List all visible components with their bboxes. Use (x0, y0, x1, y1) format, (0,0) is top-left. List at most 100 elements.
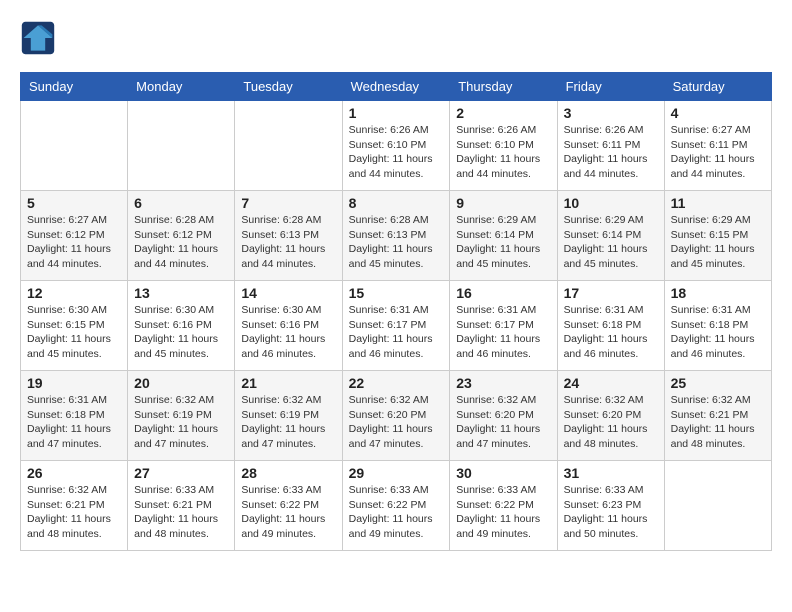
weekday-header-tuesday: Tuesday (235, 73, 342, 101)
calendar-cell: 18 Sunrise: 6:31 AM Sunset: 6:18 PM Dayli… (664, 281, 771, 371)
weekday-header-sunday: Sunday (21, 73, 128, 101)
calendar-table: SundayMondayTuesdayWednesdayThursdayFrid… (20, 72, 772, 551)
page-header (20, 20, 772, 56)
calendar-cell: 24 Sunrise: 6:32 AM Sunset: 6:20 PM Dayli… (557, 371, 664, 461)
day-info: Sunrise: 6:32 AM Sunset: 6:19 PM Dayligh… (241, 393, 335, 452)
day-info: Sunrise: 6:29 AM Sunset: 6:14 PM Dayligh… (456, 213, 550, 272)
calendar-cell: 31Sunrise: 6:33 AM Sunset: 6:23 PM Dayli… (557, 461, 664, 551)
day-number: 8 (349, 195, 444, 211)
day-number: 29 (349, 465, 444, 481)
calendar-cell: 5 Sunrise: 6:27 AM Sunset: 6:12 PM Daylig… (21, 191, 128, 281)
day-number: 16 (456, 285, 550, 301)
calendar-cell: 16 Sunrise: 6:31 AM Sunset: 6:17 PM Dayli… (450, 281, 557, 371)
day-info: Sunrise: 6:29 AM Sunset: 6:14 PM Dayligh… (564, 213, 658, 272)
day-info: Sunrise: 6:26 AM Sunset: 6:11 PM Dayligh… (564, 123, 658, 182)
calendar-cell (21, 101, 128, 191)
day-number: 4 (671, 105, 765, 121)
weekday-header-monday: Monday (128, 73, 235, 101)
day-number: 21 (241, 375, 335, 391)
day-info: Sunrise: 6:28 AM Sunset: 6:13 PM Dayligh… (241, 213, 335, 272)
day-number: 2 (456, 105, 550, 121)
calendar-cell: 13 Sunrise: 6:30 AM Sunset: 6:16 PM Dayli… (128, 281, 235, 371)
day-info: Sunrise: 6:30 AM Sunset: 6:16 PM Dayligh… (134, 303, 228, 362)
calendar-cell: 29 Sunrise: 6:33 AM Sunset: 6:22 PM Dayli… (342, 461, 450, 551)
day-number: 11 (671, 195, 765, 211)
day-info: Sunrise: 6:32 AM Sunset: 6:21 PM Dayligh… (27, 483, 121, 542)
calendar-cell: 17 Sunrise: 6:31 AM Sunset: 6:18 PM Dayli… (557, 281, 664, 371)
day-info: Sunrise: 6:32 AM Sunset: 6:20 PM Dayligh… (456, 393, 550, 452)
calendar-cell: 8 Sunrise: 6:28 AM Sunset: 6:13 PM Daylig… (342, 191, 450, 281)
day-number: 12 (27, 285, 121, 301)
day-number: 5 (27, 195, 121, 211)
calendar-cell: 19 Sunrise: 6:31 AM Sunset: 6:18 PM Dayli… (21, 371, 128, 461)
weekday-header-saturday: Saturday (664, 73, 771, 101)
calendar-cell: 26 Sunrise: 6:32 AM Sunset: 6:21 PM Dayli… (21, 461, 128, 551)
day-number: 23 (456, 375, 550, 391)
day-number: 26 (27, 465, 121, 481)
calendar-cell: 15Sunrise: 6:31 AM Sunset: 6:17 PM Dayli… (342, 281, 450, 371)
calendar-cell: 10 Sunrise: 6:29 AM Sunset: 6:14 PM Dayli… (557, 191, 664, 281)
day-info: Sunrise: 6:30 AM Sunset: 6:16 PM Dayligh… (241, 303, 335, 362)
day-number: 22 (349, 375, 444, 391)
calendar-cell: 6 Sunrise: 6:28 AM Sunset: 6:12 PM Daylig… (128, 191, 235, 281)
calendar-cell: 30 Sunrise: 6:33 AM Sunset: 6:22 PM Dayli… (450, 461, 557, 551)
day-number: 10 (564, 195, 658, 211)
calendar-cell: 20 Sunrise: 6:32 AM Sunset: 6:19 PM Dayli… (128, 371, 235, 461)
day-info: Sunrise: 6:29 AM Sunset: 6:15 PM Dayligh… (671, 213, 765, 272)
day-number: 3 (564, 105, 658, 121)
day-info: Sunrise: 6:33 AM Sunset: 6:22 PM Dayligh… (349, 483, 444, 542)
day-info: Sunrise: 6:27 AM Sunset: 6:12 PM Dayligh… (27, 213, 121, 272)
day-info: Sunrise: 6:26 AM Sunset: 6:10 PM Dayligh… (456, 123, 550, 182)
calendar-cell: 25Sunrise: 6:32 AM Sunset: 6:21 PM Dayli… (664, 371, 771, 461)
day-number: 13 (134, 285, 228, 301)
day-info: Sunrise: 6:26 AM Sunset: 6:10 PM Dayligh… (349, 123, 444, 182)
day-number: 14 (241, 285, 335, 301)
calendar-cell: 22 Sunrise: 6:32 AM Sunset: 6:20 PM Dayli… (342, 371, 450, 461)
day-info: Sunrise: 6:33 AM Sunset: 6:23 PM Dayligh… (564, 483, 658, 542)
day-number: 19 (27, 375, 121, 391)
day-info: Sunrise: 6:32 AM Sunset: 6:20 PM Dayligh… (564, 393, 658, 452)
day-info: Sunrise: 6:32 AM Sunset: 6:19 PM Dayligh… (134, 393, 228, 452)
weekday-header-friday: Friday (557, 73, 664, 101)
weekday-header-wednesday: Wednesday (342, 73, 450, 101)
day-number: 6 (134, 195, 228, 211)
day-info: Sunrise: 6:31 AM Sunset: 6:18 PM Dayligh… (671, 303, 765, 362)
calendar-cell: 4Sunrise: 6:27 AM Sunset: 6:11 PM Daylig… (664, 101, 771, 191)
day-number: 25 (671, 375, 765, 391)
day-number: 28 (241, 465, 335, 481)
calendar-cell: 7 Sunrise: 6:28 AM Sunset: 6:13 PM Daylig… (235, 191, 342, 281)
calendar-cell: 23 Sunrise: 6:32 AM Sunset: 6:20 PM Dayli… (450, 371, 557, 461)
day-info: Sunrise: 6:30 AM Sunset: 6:15 PM Dayligh… (27, 303, 121, 362)
weekday-header-thursday: Thursday (450, 73, 557, 101)
day-number: 1 (349, 105, 444, 121)
calendar-cell: 11 Sunrise: 6:29 AM Sunset: 6:15 PM Dayli… (664, 191, 771, 281)
day-number: 7 (241, 195, 335, 211)
day-number: 17 (564, 285, 658, 301)
day-number: 20 (134, 375, 228, 391)
day-info: Sunrise: 6:31 AM Sunset: 6:18 PM Dayligh… (564, 303, 658, 362)
calendar-cell: 27 Sunrise: 6:33 AM Sunset: 6:21 PM Dayli… (128, 461, 235, 551)
day-number: 24 (564, 375, 658, 391)
day-number: 18 (671, 285, 765, 301)
calendar-cell: 9 Sunrise: 6:29 AM Sunset: 6:14 PM Daylig… (450, 191, 557, 281)
calendar-cell (128, 101, 235, 191)
day-info: Sunrise: 6:28 AM Sunset: 6:12 PM Dayligh… (134, 213, 228, 272)
day-info: Sunrise: 6:32 AM Sunset: 6:20 PM Dayligh… (349, 393, 444, 452)
logo (20, 20, 60, 56)
day-info: Sunrise: 6:33 AM Sunset: 6:22 PM Dayligh… (241, 483, 335, 542)
day-number: 30 (456, 465, 550, 481)
day-number: 27 (134, 465, 228, 481)
day-number: 9 (456, 195, 550, 211)
calendar-cell: 2 Sunrise: 6:26 AM Sunset: 6:10 PM Daylig… (450, 101, 557, 191)
calendar-cell (235, 101, 342, 191)
calendar-cell: 1 Sunrise: 6:26 AM Sunset: 6:10 PM Daylig… (342, 101, 450, 191)
day-info: Sunrise: 6:31 AM Sunset: 6:17 PM Dayligh… (456, 303, 550, 362)
logo-icon (20, 20, 56, 56)
calendar-cell: 12 Sunrise: 6:30 AM Sunset: 6:15 PM Dayli… (21, 281, 128, 371)
day-info: Sunrise: 6:28 AM Sunset: 6:13 PM Dayligh… (349, 213, 444, 272)
day-number: 15 (349, 285, 444, 301)
day-info: Sunrise: 6:33 AM Sunset: 6:21 PM Dayligh… (134, 483, 228, 542)
day-info: Sunrise: 6:33 AM Sunset: 6:22 PM Dayligh… (456, 483, 550, 542)
calendar-cell: 3 Sunrise: 6:26 AM Sunset: 6:11 PM Daylig… (557, 101, 664, 191)
day-info: Sunrise: 6:31 AM Sunset: 6:18 PM Dayligh… (27, 393, 121, 452)
